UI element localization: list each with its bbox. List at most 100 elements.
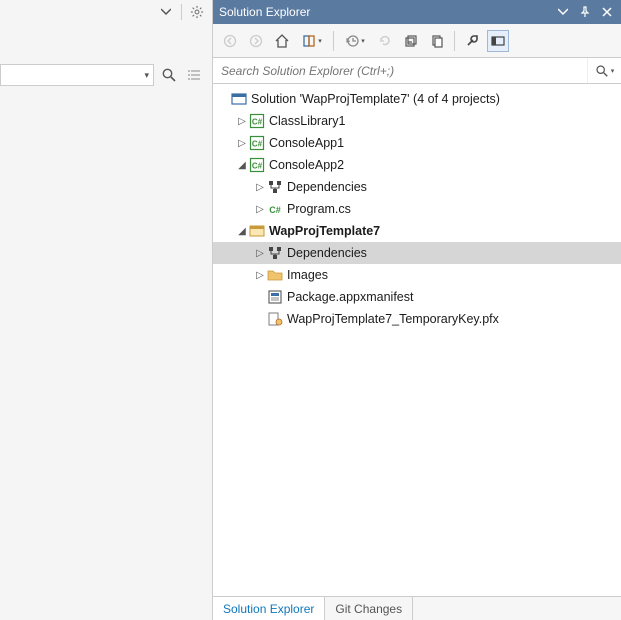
expander-collapsed-icon[interactable]: ▷ bbox=[253, 270, 267, 281]
wrench-icon bbox=[465, 34, 479, 48]
project-label: ClassLibrary1 bbox=[269, 114, 345, 128]
solution-node[interactable]: Solution 'WapProjTemplate7' (4 of 4 proj… bbox=[213, 88, 621, 110]
dependencies-node-selected[interactable]: ▷ Dependencies bbox=[213, 242, 621, 264]
pin-button[interactable] bbox=[577, 4, 593, 20]
search-button[interactable]: ▾ bbox=[587, 58, 621, 83]
expander-expanded-icon[interactable]: ◢ bbox=[235, 226, 249, 237]
wap-project-icon bbox=[249, 223, 265, 239]
forward-icon bbox=[249, 34, 263, 48]
dependencies-label: Dependencies bbox=[287, 246, 367, 260]
left-panel-settings-button[interactable] bbox=[188, 3, 206, 21]
forward-button[interactable] bbox=[245, 30, 267, 52]
window-options-button[interactable] bbox=[555, 4, 571, 20]
left-search-dropdown[interactable]: ▾ bbox=[0, 64, 154, 86]
switch-views-button[interactable]: ▾ bbox=[297, 30, 327, 52]
csharp-file-icon: C# bbox=[267, 201, 283, 217]
panel-title: Solution Explorer bbox=[219, 5, 549, 19]
gear-icon bbox=[190, 5, 204, 19]
manifest-icon bbox=[267, 289, 283, 305]
left-panel-options-button[interactable] bbox=[157, 3, 175, 21]
left-panel-toolbar bbox=[0, 0, 212, 24]
refresh-icon bbox=[378, 34, 392, 48]
search-icon bbox=[161, 67, 177, 83]
project-label: ConsoleApp2 bbox=[269, 158, 344, 172]
collapse-all-button[interactable] bbox=[400, 30, 422, 52]
certificate-icon bbox=[267, 311, 283, 327]
left-search-row: ▾ bbox=[0, 64, 212, 92]
pending-changes-filter-button[interactable]: ▾ bbox=[340, 30, 370, 52]
show-all-files-button[interactable] bbox=[426, 30, 448, 52]
file-node-manifest[interactable]: Package.appxmanifest bbox=[213, 286, 621, 308]
expander-collapsed-icon[interactable]: ▷ bbox=[253, 182, 267, 193]
separator bbox=[454, 31, 455, 51]
csharp-project-icon: C# bbox=[249, 157, 265, 173]
preview-selected-items-button[interactable] bbox=[487, 30, 509, 52]
file-label: Package.appxmanifest bbox=[287, 290, 413, 304]
collapse-all-icon bbox=[404, 34, 418, 48]
sync-button[interactable] bbox=[374, 30, 396, 52]
back-button[interactable] bbox=[219, 30, 241, 52]
chevron-down-icon: ▾ bbox=[144, 70, 149, 81]
solution-explorer-panel: Solution Explorer ▾ bbox=[213, 0, 621, 620]
project-node-consoleapp1[interactable]: ▷ C# ConsoleApp1 bbox=[213, 132, 621, 154]
folder-label: Images bbox=[287, 268, 328, 282]
switch-views-icon bbox=[302, 34, 316, 48]
bottom-tabs: Solution Explorer Git Changes bbox=[213, 596, 621, 620]
left-panel: ▾ bbox=[0, 0, 213, 620]
project-label: WapProjTemplate7 bbox=[269, 224, 380, 238]
file-node-programcs[interactable]: ▷ C# Program.cs bbox=[213, 198, 621, 220]
search-icon bbox=[595, 64, 609, 78]
left-list-button[interactable] bbox=[184, 64, 206, 86]
svg-text:C#: C# bbox=[252, 140, 263, 149]
home-icon bbox=[274, 33, 290, 49]
back-icon bbox=[223, 34, 237, 48]
close-button[interactable] bbox=[599, 4, 615, 20]
project-node-wapproj[interactable]: ◢ WapProjTemplate7 bbox=[213, 220, 621, 242]
svg-text:C#: C# bbox=[252, 118, 263, 127]
separator bbox=[333, 31, 334, 51]
file-label: Program.cs bbox=[287, 202, 351, 216]
dependencies-label: Dependencies bbox=[287, 180, 367, 194]
svg-text:C#: C# bbox=[252, 162, 263, 171]
folder-node-images[interactable]: ▷ Images bbox=[213, 264, 621, 286]
solution-tree[interactable]: Solution 'WapProjTemplate7' (4 of 4 proj… bbox=[213, 84, 621, 596]
expander-collapsed-icon[interactable]: ▷ bbox=[235, 138, 249, 149]
tab-git-changes[interactable]: Git Changes bbox=[325, 597, 413, 620]
list-icon bbox=[187, 67, 203, 83]
expander-expanded-icon[interactable]: ◢ bbox=[235, 160, 249, 171]
tab-solution-explorer[interactable]: Solution Explorer bbox=[213, 596, 325, 620]
svg-text:C#: C# bbox=[269, 205, 281, 215]
solution-icon bbox=[231, 91, 247, 107]
chevron-down-icon: ▾ bbox=[611, 67, 615, 75]
project-node-classlibrary1[interactable]: ▷ C# ClassLibrary1 bbox=[213, 110, 621, 132]
solution-search-row: ▾ bbox=[213, 58, 621, 84]
panel-title-bar: Solution Explorer bbox=[213, 0, 621, 24]
solution-search-input[interactable] bbox=[213, 58, 587, 83]
dependencies-node[interactable]: ▷ Dependencies bbox=[213, 176, 621, 198]
csharp-project-icon: C# bbox=[249, 135, 265, 151]
expander-collapsed-icon[interactable]: ▷ bbox=[235, 116, 249, 127]
dependencies-icon bbox=[267, 179, 283, 195]
chevron-down-icon: ▾ bbox=[318, 37, 322, 45]
separator bbox=[181, 4, 182, 20]
home-button[interactable] bbox=[271, 30, 293, 52]
expander-collapsed-icon[interactable]: ▷ bbox=[253, 248, 267, 259]
history-icon bbox=[345, 34, 359, 48]
file-label: WapProjTemplate7_TemporaryKey.pfx bbox=[287, 312, 499, 326]
properties-button[interactable] bbox=[461, 30, 483, 52]
project-node-consoleapp2[interactable]: ◢ C# ConsoleApp2 bbox=[213, 154, 621, 176]
project-label: ConsoleApp1 bbox=[269, 136, 344, 150]
chevron-down-icon bbox=[161, 7, 171, 17]
close-icon bbox=[602, 7, 612, 17]
chevron-down-icon bbox=[558, 7, 568, 17]
left-search-button[interactable] bbox=[158, 64, 180, 86]
file-node-pfx[interactable]: WapProjTemplate7_TemporaryKey.pfx bbox=[213, 308, 621, 330]
pin-icon bbox=[579, 6, 591, 18]
chevron-down-icon: ▾ bbox=[361, 37, 365, 45]
solution-explorer-toolbar: ▾ ▾ bbox=[213, 24, 621, 58]
dependencies-icon bbox=[267, 245, 283, 261]
files-icon bbox=[430, 34, 444, 48]
folder-icon bbox=[267, 267, 283, 283]
solution-label: Solution 'WapProjTemplate7' (4 of 4 proj… bbox=[251, 92, 500, 106]
expander-collapsed-icon[interactable]: ▷ bbox=[253, 204, 267, 215]
